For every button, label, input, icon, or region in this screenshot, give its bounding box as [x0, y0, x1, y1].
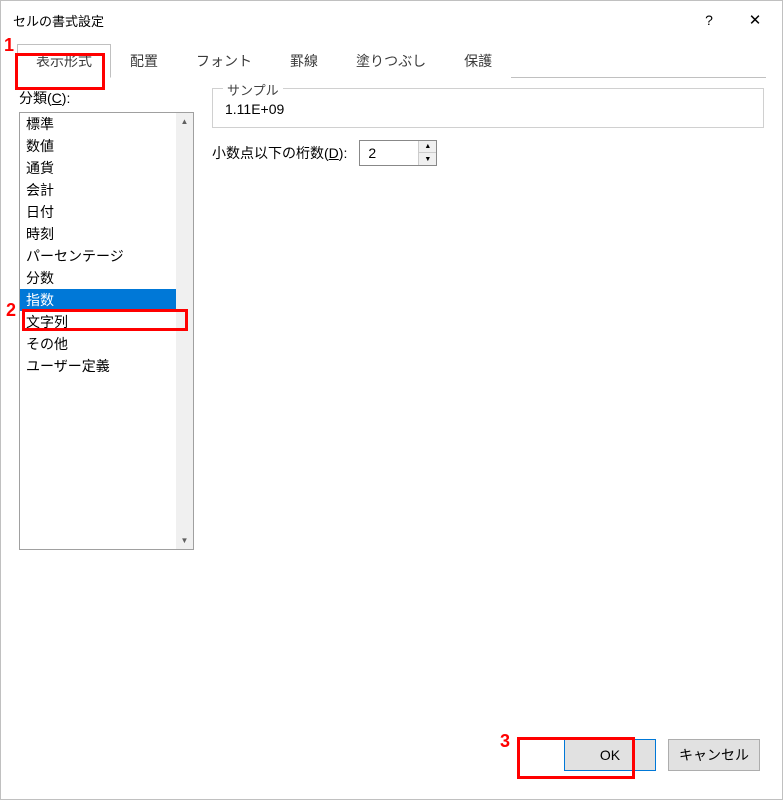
cancel-button[interactable]: キャンセル — [668, 739, 760, 771]
left-column: 分類(C): 標準 数値 通貨 会計 日付 時刻 パーセンテージ 分数 指数 文… — [19, 88, 194, 715]
help-button[interactable]: ? — [686, 1, 732, 39]
list-item-selected[interactable]: 指数 — [20, 289, 193, 311]
list-item[interactable]: パーセンテージ — [20, 245, 193, 267]
decimal-places-spinner[interactable]: ▲ ▼ — [359, 140, 437, 166]
ok-button[interactable]: OK — [564, 739, 656, 771]
tab-protection[interactable]: 保護 — [445, 44, 511, 78]
spin-up-icon[interactable]: ▲ — [419, 141, 436, 153]
close-button[interactable]: ✕ — [732, 1, 778, 39]
tab-number-format[interactable]: 表示形式 — [17, 44, 111, 78]
right-column: サンプル 1.11E+09 小数点以下の桁数(D): ▲ ▼ — [212, 88, 764, 715]
list-item[interactable]: 日付 — [20, 201, 193, 223]
list-item[interactable]: 分数 — [20, 267, 193, 289]
list-item[interactable]: 文字列 — [20, 311, 193, 333]
sample-legend: サンプル — [223, 80, 283, 99]
listbox-scrollbar[interactable]: ▲ ▼ — [176, 113, 193, 549]
list-item[interactable]: 通貨 — [20, 157, 193, 179]
scroll-up-icon[interactable]: ▲ — [176, 113, 193, 130]
titlebar: セルの書式設定 ? ✕ — [1, 1, 782, 39]
footer: OK キャンセル — [1, 725, 782, 799]
list-item[interactable]: 会計 — [20, 179, 193, 201]
content-area: 分類(C): 標準 数値 通貨 会計 日付 時刻 パーセンテージ 分数 指数 文… — [1, 78, 782, 725]
list-item[interactable]: 時刻 — [20, 223, 193, 245]
list-item[interactable]: その他 — [20, 333, 193, 355]
tab-alignment[interactable]: 配置 — [111, 44, 177, 78]
decimal-places-label: 小数点以下の桁数(D): — [212, 143, 347, 163]
sample-value: 1.11E+09 — [225, 101, 751, 117]
category-label: 分類(C): — [19, 88, 194, 108]
tab-border[interactable]: 罫線 — [271, 44, 337, 78]
spin-down-icon[interactable]: ▼ — [419, 153, 436, 165]
tab-fill[interactable]: 塗りつぶし — [337, 44, 445, 78]
list-item[interactable]: 数値 — [20, 135, 193, 157]
sample-group: サンプル 1.11E+09 — [212, 88, 764, 128]
scroll-down-icon[interactable]: ▼ — [176, 532, 193, 549]
tab-font[interactable]: フォント — [177, 44, 271, 78]
list-item[interactable]: 標準 — [20, 113, 193, 135]
format-cells-dialog: セルの書式設定 ? ✕ 表示形式 配置 フォント 罫線 塗りつぶし 保護 分類(… — [0, 0, 783, 800]
decimal-places-input[interactable] — [360, 141, 418, 165]
category-listbox[interactable]: 標準 数値 通貨 会計 日付 時刻 パーセンテージ 分数 指数 文字列 その他 … — [19, 112, 194, 550]
window-title: セルの書式設定 — [13, 11, 686, 30]
tab-bar: 表示形式 配置 フォント 罫線 塗りつぶし 保護 — [17, 43, 766, 78]
spinner-buttons: ▲ ▼ — [418, 141, 436, 165]
decimal-places-row: 小数点以下の桁数(D): ▲ ▼ — [212, 140, 764, 166]
list-item[interactable]: ユーザー定義 — [20, 355, 193, 377]
